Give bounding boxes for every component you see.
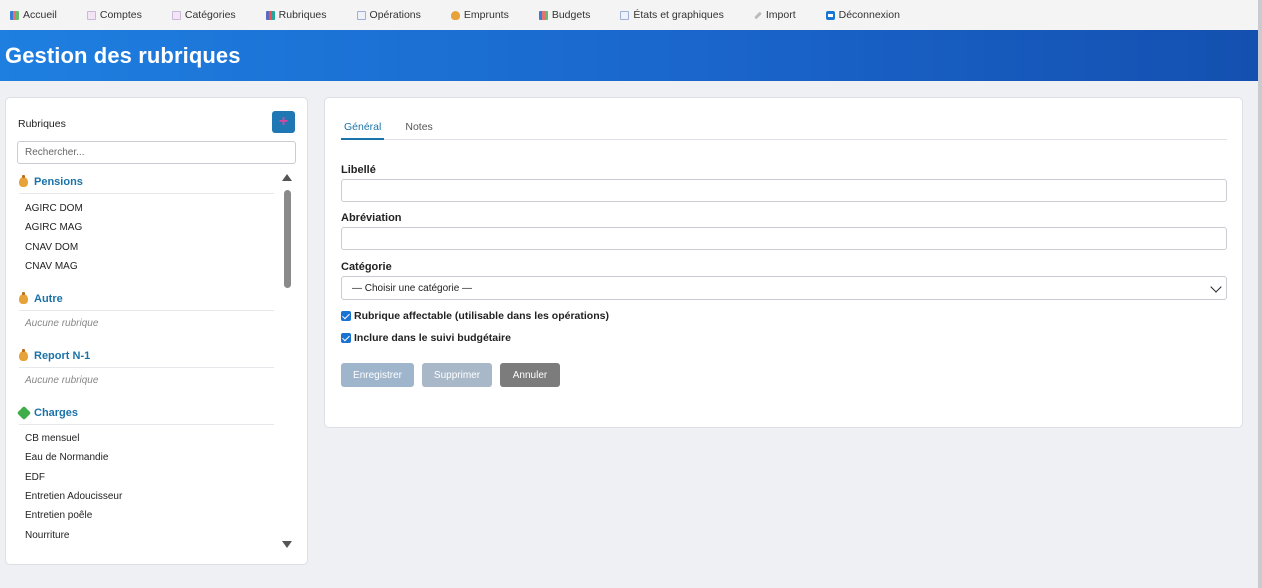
list-item[interactable]: CNAV DOM bbox=[6, 238, 282, 257]
line-chart-icon bbox=[620, 10, 630, 20]
list-item[interactable]: AGIRC DOM bbox=[6, 199, 282, 218]
money-bag-icon bbox=[19, 174, 28, 187]
group-header-report-n1: Report N-1 bbox=[19, 344, 274, 369]
rubriques-list[interactable]: Pensions AGIRC DOM AGIRC MAG CNAV DOM CN… bbox=[6, 170, 282, 560]
list-item[interactable]: CB mensuel bbox=[6, 429, 282, 448]
nav-item-comptes[interactable]: Comptes bbox=[86, 9, 142, 21]
scroll-up-arrow-icon[interactable] bbox=[282, 174, 292, 181]
affectable-checkbox-row[interactable]: Rubrique affectable (utilisable dans les… bbox=[341, 310, 609, 322]
money-bag-icon bbox=[19, 291, 28, 304]
group-header-autre: Autre bbox=[19, 287, 274, 312]
group-header-charges: Charges bbox=[16, 401, 274, 426]
list-item[interactable]: EDF bbox=[6, 468, 282, 487]
nav-item-emprunts[interactable]: Emprunts bbox=[450, 9, 509, 21]
top-navigation: Accueil Comptes Catégories Rubriques Opé… bbox=[0, 0, 1258, 30]
books-icon bbox=[265, 10, 275, 20]
memo-icon bbox=[171, 10, 181, 20]
nav-item-categories[interactable]: Catégories bbox=[171, 9, 236, 21]
chevron-down-icon bbox=[1210, 281, 1222, 293]
memo-icon bbox=[86, 10, 96, 20]
scrollbar-thumb[interactable] bbox=[284, 190, 291, 288]
arrow-right-icon bbox=[825, 10, 835, 20]
list-item[interactable]: Entretien poêle bbox=[6, 506, 282, 525]
affectable-checkbox[interactable] bbox=[341, 311, 351, 321]
rubriques-panel: Rubriques + Pensions AGIRC DOM AGIRC MAG… bbox=[5, 97, 308, 565]
nav-item-import[interactable]: Import bbox=[753, 9, 796, 21]
libelle-field[interactable] bbox=[341, 179, 1227, 202]
abreviation-field[interactable] bbox=[341, 227, 1227, 250]
cancel-button[interactable]: Annuler bbox=[500, 363, 560, 387]
nav-item-operations[interactable]: Opérations bbox=[356, 9, 421, 21]
list-item[interactable]: Entretien Adoucisseur bbox=[6, 487, 282, 506]
rubrique-form-panel: Général Notes Libellé Abréviation Catégo… bbox=[324, 97, 1243, 428]
categorie-label: Catégorie bbox=[341, 261, 392, 273]
chart-icon bbox=[538, 10, 548, 20]
nav-item-deconnexion[interactable]: Déconnexion bbox=[825, 9, 900, 21]
list-item[interactable]: AGIRC MAG bbox=[6, 218, 282, 237]
list-item[interactable]: Eau de Normandie bbox=[6, 448, 282, 467]
list-item[interactable]: CNAV MAG bbox=[6, 257, 282, 276]
budget-checkbox-row[interactable]: Inclure dans le suivi budgétaire bbox=[341, 332, 511, 344]
group-header-pensions: Pensions bbox=[19, 170, 274, 194]
search-input[interactable] bbox=[17, 141, 296, 164]
delete-button[interactable]: Supprimer bbox=[422, 363, 492, 387]
nav-item-accueil[interactable]: Accueil bbox=[10, 9, 57, 21]
categorie-select[interactable]: — Choisir une catégorie — bbox=[341, 276, 1227, 300]
money-icon bbox=[16, 405, 32, 420]
line-chart-icon bbox=[356, 10, 366, 20]
budget-checkbox[interactable] bbox=[341, 333, 351, 343]
add-rubrique-button[interactable]: + bbox=[272, 111, 295, 133]
wrench-icon bbox=[753, 11, 762, 19]
form-tabs: Général Notes bbox=[341, 116, 1227, 140]
money-bag-icon bbox=[19, 348, 28, 361]
empty-group-text: Aucune rubrique bbox=[25, 375, 99, 387]
tab-general[interactable]: Général bbox=[341, 116, 385, 140]
window-edge bbox=[1258, 0, 1262, 588]
save-button[interactable]: Enregistrer bbox=[341, 363, 414, 387]
money-bag-icon bbox=[450, 10, 460, 20]
libelle-label: Libellé bbox=[341, 164, 376, 176]
empty-group-text: Aucune rubrique bbox=[25, 318, 99, 330]
nav-item-etats-graphiques[interactable]: États et graphiques bbox=[620, 9, 724, 21]
list-item[interactable]: Nourriture bbox=[6, 526, 282, 545]
abreviation-label: Abréviation bbox=[341, 212, 402, 224]
tab-notes[interactable]: Notes bbox=[402, 116, 435, 140]
page-header: Gestion des rubriques bbox=[0, 30, 1258, 81]
panel-title: Rubriques bbox=[18, 118, 66, 130]
nav-item-rubriques[interactable]: Rubriques bbox=[265, 9, 327, 21]
page-title: Gestion des rubriques bbox=[5, 42, 241, 68]
chart-icon bbox=[10, 10, 19, 20]
nav-item-budgets[interactable]: Budgets bbox=[538, 9, 590, 21]
categorie-selected-value: — Choisir une catégorie — bbox=[352, 282, 473, 294]
scroll-down-arrow-icon[interactable] bbox=[282, 541, 292, 548]
